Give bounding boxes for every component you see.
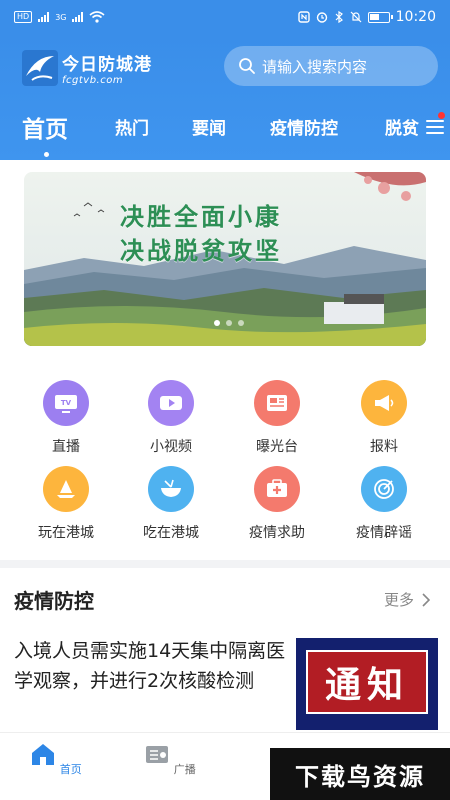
news-thumbnail: 通知 — [296, 638, 438, 730]
exposure-icon — [254, 380, 300, 426]
bluetooth-icon — [335, 11, 343, 23]
watermark: 下载鸟资源 — [270, 748, 450, 800]
hero-banner[interactable]: 决胜全面小康 决战脱贫攻坚 — [24, 172, 426, 346]
medical-kit-icon — [254, 466, 300, 512]
nav-label: 首页 — [59, 763, 82, 776]
bowl-icon — [148, 466, 194, 512]
banner-slogan: 决胜全面小康 决战脱贫攻坚 — [120, 200, 282, 268]
chevron-right-icon — [422, 592, 431, 607]
app-header: 今日防城港 fcgtvb.com 请输入搜索内容 首页 热门 要闻 疫情防控 脱… — [0, 34, 450, 160]
target-icon — [361, 466, 407, 512]
status-right: 10:20 — [297, 9, 436, 25]
network-label: 3G — [55, 12, 67, 22]
search-icon — [239, 58, 255, 74]
tab-home[interactable]: 首页 — [22, 110, 68, 144]
grid-label: 小视频 — [150, 439, 192, 455]
channel-menu-icon[interactable] — [426, 116, 444, 136]
logo-icon — [22, 50, 58, 86]
grid-label: 玩在港城 — [38, 525, 94, 541]
banner-dot[interactable] — [238, 320, 244, 326]
banner-dot[interactable] — [214, 320, 220, 326]
tv-icon: TV — [43, 380, 89, 426]
status-bar: HD 3G 10:20 — [0, 0, 450, 34]
news-item[interactable]: 入境人员需实施14天集中隔离医学观察，并进行2次核酸检测 通知 — [14, 636, 438, 732]
grid-item-short-video[interactable]: 小视频 — [126, 380, 216, 456]
search-placeholder: 请输入搜索内容 — [262, 57, 368, 76]
alarm-icon — [316, 12, 327, 23]
grid-item-play-in-city[interactable]: 玩在港城 — [21, 466, 111, 542]
status-left: HD 3G — [14, 11, 106, 23]
app-logo: 今日防城港 fcgtvb.com — [22, 48, 158, 88]
grid-label: 疫情求助 — [249, 525, 305, 541]
home-icon — [32, 744, 55, 765]
radio-icon — [146, 746, 169, 763]
grid-item-exposure[interactable]: 曝光台 — [232, 380, 322, 456]
banner-line-1: 决胜全面小康 — [120, 203, 282, 231]
signal-icon-2 — [72, 12, 84, 22]
wifi-icon — [89, 11, 106, 23]
grid-item-rumor-refute[interactable]: 疫情辟谣 — [339, 466, 429, 542]
grid-label: 曝光台 — [256, 439, 298, 455]
grid-item-epidemic-help[interactable]: 疫情求助 — [232, 466, 322, 542]
grid-label: 疫情辟谣 — [356, 525, 412, 541]
section-title: 疫情防控 — [14, 589, 94, 613]
grid-label: 吃在港城 — [143, 525, 199, 541]
thumbnail-text: 通知 — [324, 665, 409, 706]
nfc-icon — [297, 11, 310, 23]
battery-icon — [367, 11, 393, 23]
logo-subtitle: fcgtvb.com — [62, 75, 124, 86]
menu-badge — [438, 112, 445, 119]
active-tab-indicator — [44, 152, 49, 157]
nav-home[interactable]: 首页 — [26, 741, 86, 777]
grid-item-report[interactable]: 报料 — [339, 380, 429, 456]
tab-news[interactable]: 要闻 — [192, 114, 226, 139]
megaphone-icon — [361, 380, 407, 426]
clock: 10:20 — [395, 9, 436, 25]
banner-dot[interactable] — [226, 320, 232, 326]
mute-icon — [350, 11, 362, 23]
sailboat-icon — [43, 466, 89, 512]
svg-text:TV: TV — [61, 399, 72, 407]
more-label: 更多 — [384, 591, 415, 609]
grid-item-live[interactable]: TV 直播 — [21, 380, 111, 456]
nav-label: 广播 — [173, 763, 196, 776]
notice-banner: 通知 — [306, 650, 428, 714]
logo-title: 今日防城港 — [62, 55, 152, 75]
more-link[interactable]: 更多 — [384, 589, 431, 610]
signal-icon — [38, 12, 50, 22]
grid-label: 直播 — [52, 439, 80, 455]
banner-line-2: 决战脱贫攻坚 — [120, 237, 282, 265]
tab-hot[interactable]: 热门 — [115, 114, 149, 139]
nav-radio[interactable]: 广播 — [140, 741, 200, 777]
grid-item-eat-in-city[interactable]: 吃在港城 — [126, 466, 216, 542]
tab-epidemic[interactable]: 疫情防控 — [270, 114, 338, 139]
sim-badge: HD — [14, 11, 33, 23]
feature-grid: TV 直播 小视频 曝光台 报料 玩在港城 吃在港城 疫情求助 疫情辟谣 — [0, 380, 450, 550]
category-tabs: 首页 热门 要闻 疫情防控 脱贫 — [0, 112, 450, 160]
grid-label: 报料 — [370, 439, 398, 455]
banner-pagination — [214, 320, 244, 326]
news-title: 入境人员需实施14天集中隔离医学观察，并进行2次核酸检测 — [14, 640, 286, 692]
tab-poverty[interactable]: 脱贫 — [385, 114, 419, 139]
video-icon — [148, 380, 194, 426]
section-divider — [0, 560, 450, 568]
search-input[interactable]: 请输入搜索内容 — [224, 46, 438, 86]
